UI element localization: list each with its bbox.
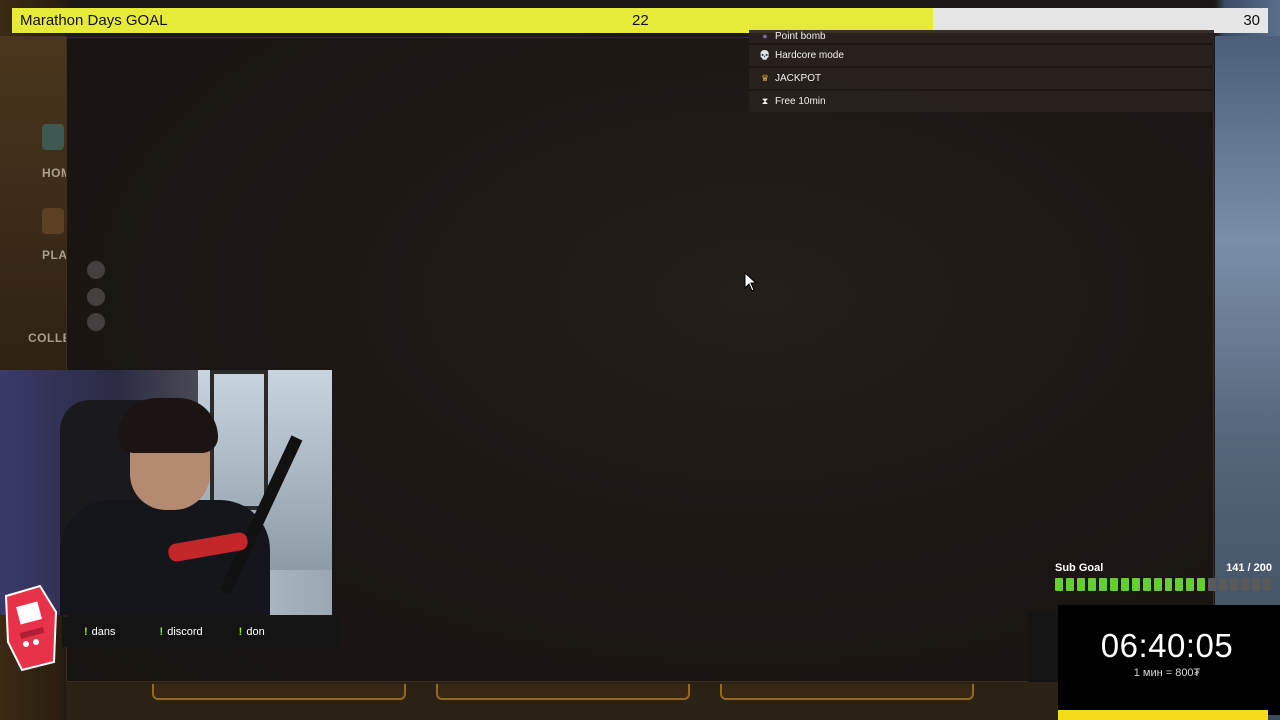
event-label: JACKPOT xyxy=(775,73,822,84)
command-prefix: ! xyxy=(84,626,88,638)
sub-goal-segment xyxy=(1109,578,1118,591)
event-item-free-10min: ⧗ Free 10min xyxy=(749,91,1214,112)
webcam-person-hair xyxy=(118,398,218,453)
sub-goal-segment xyxy=(1241,578,1250,591)
event-label: Free 10min xyxy=(775,96,826,107)
arcade-machine-icon xyxy=(4,584,58,672)
sub-goal-segment xyxy=(1197,578,1206,591)
marathon-goal-title: Marathon Days GOAL xyxy=(20,12,168,29)
event-label: Point bomb xyxy=(775,31,826,42)
avatar xyxy=(87,313,105,331)
sub-goal-segment xyxy=(1230,578,1239,591)
faded-user-row xyxy=(87,261,105,279)
timer-shade xyxy=(1028,612,1058,682)
event-item-hardcore-mode: 💀 Hardcore mode xyxy=(749,45,1214,66)
sub-goal-segment xyxy=(1087,578,1096,591)
command-prefix: ! xyxy=(159,626,164,638)
sub-goal-segment xyxy=(1252,578,1261,591)
command-discord: ! discord xyxy=(160,626,203,638)
event-item-point-bomb: ● Point bomb xyxy=(749,30,1214,43)
sub-goal-segment xyxy=(1076,578,1085,591)
command-don: ! don xyxy=(239,626,265,638)
avatar xyxy=(87,261,105,279)
command-prefix: ! xyxy=(238,626,243,638)
event-list: ● Point bomb 💀 Hardcore mode ♛ JACKPOT ⧗… xyxy=(749,30,1214,114)
faded-user-row xyxy=(87,288,105,306)
chat-command-bar: ! dans ! discord ! don xyxy=(62,617,340,647)
event-item-jackpot: ♛ JACKPOT xyxy=(749,68,1214,89)
background-bottom-button xyxy=(152,684,406,700)
marathon-timer: 06:40:05 1 мин = 800₮ xyxy=(1058,605,1280,715)
avatar xyxy=(87,288,105,306)
mouse-cursor-icon xyxy=(744,272,758,292)
crown-icon: ♛ xyxy=(760,73,770,83)
sub-goal-segment xyxy=(1175,578,1184,591)
sub-goal-title: Sub Goal xyxy=(1055,562,1104,574)
event-label: Hardcore mode xyxy=(775,50,844,61)
background-sidebar xyxy=(0,36,66,376)
sub-goal-segment xyxy=(1142,578,1151,591)
timer-progress-bar xyxy=(1058,710,1268,720)
background-label-play: PLA xyxy=(42,248,68,262)
sub-goal-segment xyxy=(1065,578,1074,591)
marathon-goal-current: 22 xyxy=(632,12,649,29)
bomb-icon: ● xyxy=(762,31,768,41)
sub-goal-segment xyxy=(1098,578,1107,591)
sub-goal-count: 141 / 200 xyxy=(1226,562,1272,574)
sub-goal-segment xyxy=(1263,578,1272,591)
sub-goal-widget: Sub Goal 141 / 200 xyxy=(1050,560,1280,600)
webcam-window-frame xyxy=(210,370,268,510)
timer-rate: 1 мин = 800₮ xyxy=(1133,667,1201,679)
sub-goal-segment xyxy=(1208,578,1217,591)
sub-goal-segment xyxy=(1219,578,1228,591)
timer-value: 06:40:05 xyxy=(1100,627,1234,664)
sub-goal-segment xyxy=(1120,578,1129,591)
sub-goal-progress-bar xyxy=(1055,578,1272,591)
marathon-goal-max: 30 xyxy=(1243,12,1260,29)
sub-goal-segment xyxy=(1055,578,1063,591)
skull-icon: 💀 xyxy=(759,50,771,60)
background-home-icon xyxy=(42,124,64,150)
background-play-icon xyxy=(42,208,64,234)
command-label: dans xyxy=(91,626,116,638)
command-label: discord xyxy=(167,626,203,638)
background-bottom-button xyxy=(720,684,974,700)
faded-user-row xyxy=(87,313,105,331)
sub-goal-segment xyxy=(1164,578,1173,591)
command-label: don xyxy=(246,626,265,638)
sub-goal-segment xyxy=(1153,578,1162,591)
background-bottom-button xyxy=(436,684,690,700)
webcam-feed xyxy=(0,370,332,615)
sub-goal-segment xyxy=(1186,578,1195,591)
sub-goal-segment xyxy=(1131,578,1140,591)
command-dans: ! dans xyxy=(84,626,116,638)
hourglass-icon: ⧗ xyxy=(761,96,769,106)
